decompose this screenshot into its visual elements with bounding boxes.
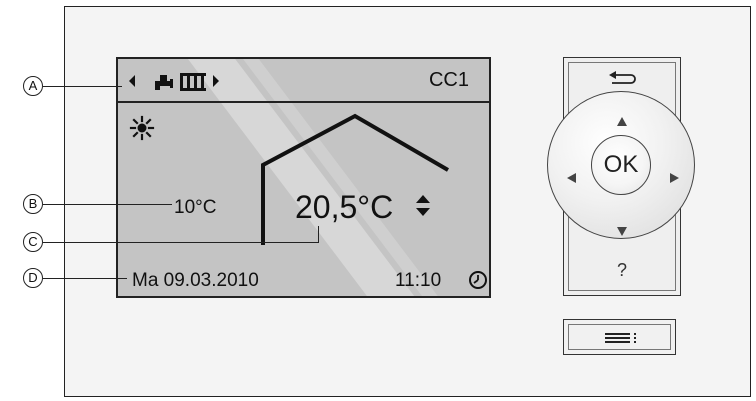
menu-icon [605, 333, 636, 343]
radiator-icon [180, 73, 206, 91]
menu-button-inner [568, 324, 671, 350]
menu-button[interactable] [563, 319, 676, 355]
callout-c: C [23, 232, 43, 252]
sun-icon [129, 115, 155, 141]
callout-d: D [23, 268, 43, 288]
callout-a: A [23, 76, 43, 96]
arrow-left-icon [129, 75, 135, 87]
up-down-adjust-icon [416, 195, 430, 216]
arrow-left-icon[interactable] [566, 172, 578, 184]
arrow-up-icon[interactable] [616, 116, 628, 128]
water-tap-icon [155, 75, 173, 90]
clock-icon [469, 271, 487, 289]
callout-d-leader [43, 278, 127, 280]
help-button[interactable]: ? [569, 250, 675, 290]
arrow-right-icon [213, 75, 219, 87]
room-temperature: 20,5°C [295, 189, 394, 225]
callout-b: B [23, 194, 43, 214]
outdoor-temperature: 10°C [174, 197, 217, 218]
ok-button[interactable]: OK [591, 135, 651, 195]
callout-c-leader [43, 242, 319, 244]
arrow-right-icon[interactable] [668, 172, 680, 184]
callout-c-leader-vertical [318, 226, 320, 243]
callout-b-leader [43, 204, 172, 206]
arrow-down-icon[interactable] [616, 225, 628, 237]
screen-icons [129, 73, 487, 289]
display-screen: CC1 10°C 20,5°C Ma 09.03.2010 11:10 [116, 57, 491, 298]
time-display: 11:10 [395, 270, 442, 291]
callout-a-leader [43, 86, 122, 88]
date-display: Ma 09.03.2010 [132, 270, 259, 291]
heating-circuit-label: CC1 [428, 69, 469, 91]
